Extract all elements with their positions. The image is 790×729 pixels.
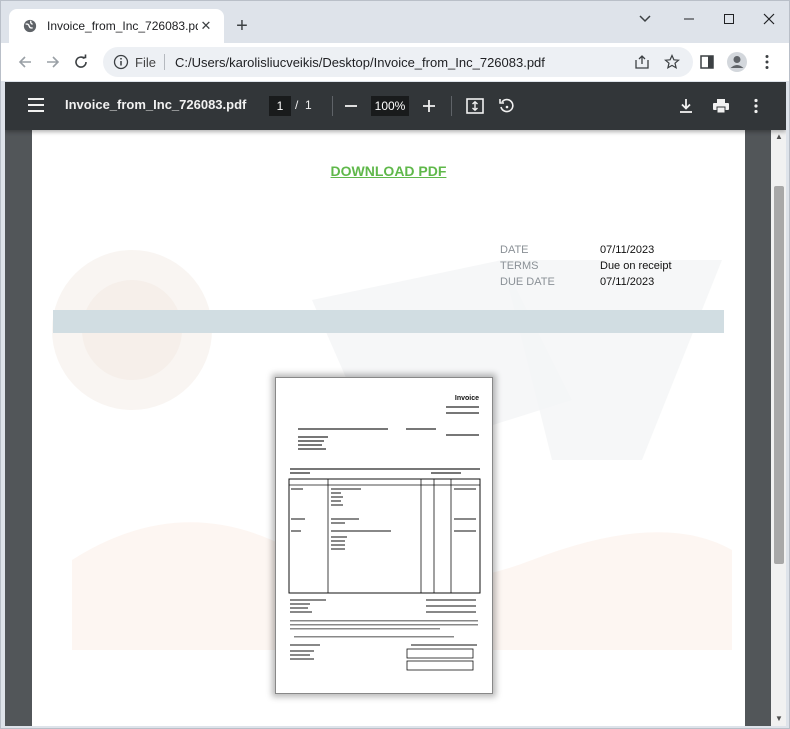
info-icon[interactable]: [113, 54, 129, 70]
invoice-heading: Invoice: [455, 395, 479, 402]
download-pdf-link[interactable]: DOWNLOAD PDF: [32, 163, 745, 179]
share-button[interactable]: [631, 51, 653, 73]
avatar-icon: [727, 52, 747, 72]
reload-button[interactable]: [67, 48, 95, 76]
arrow-left-icon: [18, 56, 31, 68]
minus-icon: [345, 105, 357, 107]
rotate-icon: [499, 98, 514, 113]
forward-button[interactable]: [39, 48, 67, 76]
download-button[interactable]: [674, 94, 698, 118]
close-window-icon: [763, 13, 775, 25]
scrollbar-thumb[interactable]: [774, 186, 784, 564]
zoom-out-button[interactable]: [339, 94, 363, 118]
zoom-level-input[interactable]: 100%: [371, 96, 409, 116]
page-total: 1: [305, 98, 312, 112]
pdf-page: DOWNLOAD PDF DATE 07/11/2023 TERMS Due o…: [32, 130, 745, 726]
print-icon: [713, 99, 729, 114]
pdf-viewer: Invoice_from_Inc_726083.pdf 1 / 1 100% D…: [5, 82, 786, 726]
browser-window: Invoice_from_Inc_726083.pdf ✕ + File C:/…: [0, 0, 790, 729]
browser-menu-button[interactable]: [753, 48, 781, 76]
vertical-scrollbar[interactable]: ▲ ▼: [771, 130, 786, 726]
back-button[interactable]: [11, 48, 39, 76]
minimize-icon: [684, 18, 694, 20]
meta-value: 07/11/2023: [600, 244, 655, 256]
toolbar-divider: [332, 96, 333, 116]
pdf-title: Invoice_from_Inc_726083.pdf: [65, 97, 247, 112]
invoice-preview-graphic: Invoice: [288, 395, 481, 671]
meta-value: Due on receipt: [600, 260, 672, 272]
meta-key: DATE: [500, 244, 529, 256]
tab-title: Invoice_from_Inc_726083.pdf: [47, 19, 198, 33]
new-tab-button[interactable]: +: [232, 14, 252, 38]
browser-toolbar: File C:/Users/karolisliucveikis/Desktop/…: [1, 43, 789, 81]
arrow-right-icon: [47, 56, 60, 68]
page-separator: /: [295, 98, 299, 112]
toolbar-right-buttons: [693, 48, 781, 76]
chevron-down-icon: [639, 15, 651, 23]
invoice-meta: DATE 07/11/2023 TERMS Due on receipt DUE…: [500, 244, 672, 292]
meta-row: TERMS Due on receipt: [500, 260, 672, 276]
address-bar[interactable]: File C:/Users/karolisliucveikis/Desktop/…: [103, 47, 693, 77]
meta-key: DUE DATE: [500, 276, 555, 288]
tab-strip: Invoice_from_Inc_726083.pdf ✕ +: [1, 1, 789, 43]
header-bar: [53, 310, 724, 333]
bookmark-button[interactable]: [661, 51, 683, 73]
pdf-more-button[interactable]: [744, 94, 768, 118]
fit-page-icon: [466, 98, 484, 114]
kebab-menu-icon: [754, 98, 758, 114]
scroll-up-icon[interactable]: ▲: [774, 132, 784, 142]
download-icon: [680, 99, 692, 113]
url-text[interactable]: C:/Users/karolisliucveikis/Desktop/Invoi…: [175, 55, 623, 70]
page-number-input[interactable]: 1: [269, 96, 291, 116]
plus-icon: [423, 100, 435, 112]
side-panel-button[interactable]: [693, 48, 721, 76]
close-window-button[interactable]: [749, 1, 789, 37]
maximize-button[interactable]: [709, 1, 749, 37]
toolbar-divider: [451, 96, 452, 116]
minimize-button[interactable]: [669, 1, 709, 37]
fit-page-button[interactable]: [463, 94, 487, 118]
url-scheme: File: [135, 54, 156, 70]
meta-value: 07/11/2023: [600, 276, 655, 288]
globe-icon: [23, 19, 37, 33]
zoom-in-button[interactable]: [417, 94, 441, 118]
url-separator: [163, 54, 165, 70]
reload-icon: [75, 54, 87, 68]
tab-search-button[interactable]: [633, 7, 657, 31]
print-button[interactable]: [709, 94, 733, 118]
scroll-down-icon[interactable]: ▼: [774, 714, 784, 724]
kebab-menu-icon: [765, 55, 769, 69]
profile-button[interactable]: [723, 48, 751, 76]
tab-invoice[interactable]: Invoice_from_Inc_726083.pdf ✕: [9, 9, 224, 43]
pdf-toolbar: Invoice_from_Inc_726083.pdf 1 / 1 100%: [5, 82, 786, 130]
maximize-icon: [724, 14, 734, 24]
close-icon[interactable]: ✕: [198, 18, 214, 34]
invoice-preview-image[interactable]: Invoice: [275, 377, 493, 694]
side-panel-icon: [700, 55, 714, 69]
meta-row: DUE DATE 07/11/2023: [500, 276, 672, 292]
meta-row: DATE 07/11/2023: [500, 244, 672, 260]
meta-key: TERMS: [500, 260, 539, 272]
window-controls: [669, 1, 789, 37]
rotate-button[interactable]: [495, 94, 519, 118]
star-icon: [664, 54, 680, 70]
hamburger-menu-icon[interactable]: [27, 96, 45, 114]
share-icon: [635, 55, 649, 69]
